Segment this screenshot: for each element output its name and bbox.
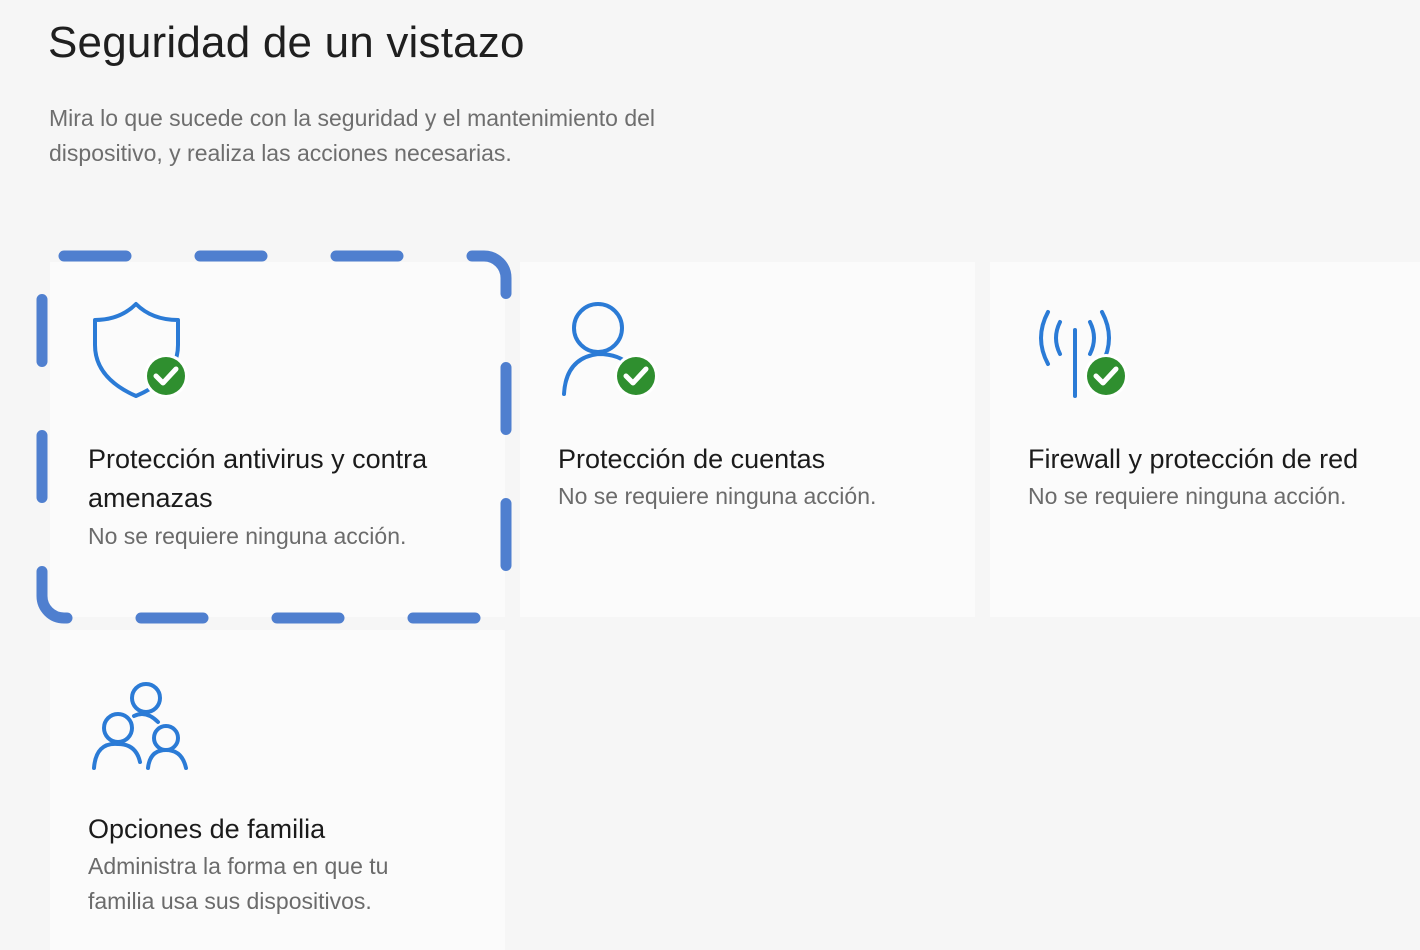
page-title: Seguridad de un vistazo	[48, 18, 525, 67]
page-description: Mira lo que sucede con la seguridad y el…	[49, 105, 656, 166]
tile-title: Protección antivirus y contra amenazas	[88, 444, 428, 513]
family-icon	[92, 682, 188, 770]
tile-firewall-network-protection[interactable]: Firewall y protección de red No se requi…	[990, 262, 1420, 617]
antenna-check-icon	[1039, 310, 1128, 398]
person-check-icon	[562, 302, 658, 398]
tile-title: Protección de cuentas	[558, 444, 826, 474]
tile-status: No se requiere ninguna acción.	[1028, 483, 1347, 509]
tile-status: Administra la forma en que tu familia us…	[88, 853, 389, 914]
tile-title: Opciones de familia	[88, 814, 326, 844]
tile-virus-threat-protection[interactable]: Protección antivirus y contra amenazas N…	[50, 262, 505, 617]
tile-family-options[interactable]: Opciones de familia Administra la forma …	[50, 630, 505, 950]
shield-check-icon	[93, 302, 188, 398]
tile-status: No se requiere ninguna acción.	[88, 523, 407, 549]
tile-title: Firewall y protección de red	[1028, 444, 1359, 474]
tile-status: No se requiere ninguna acción.	[558, 483, 877, 509]
tile-account-protection[interactable]: Protección de cuentas No se requiere nin…	[520, 262, 975, 617]
